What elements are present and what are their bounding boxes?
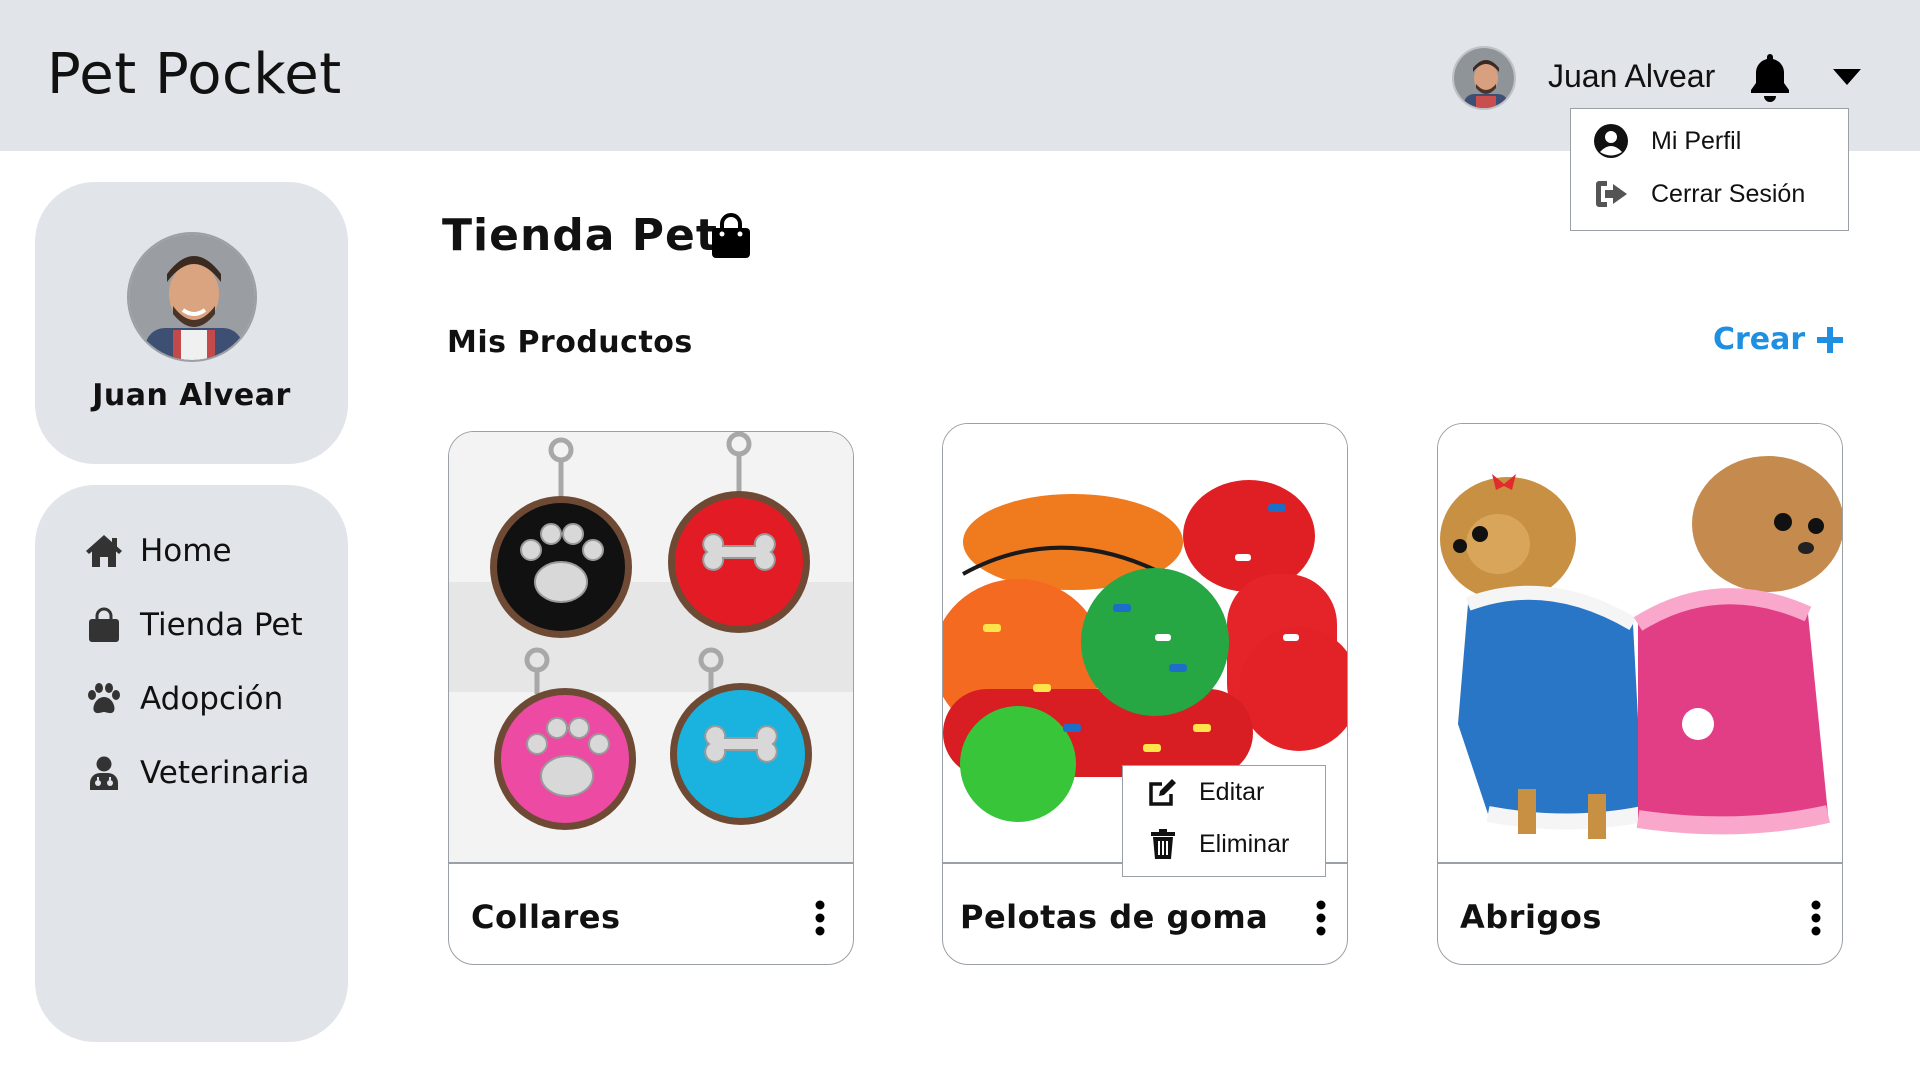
avatar (127, 232, 257, 362)
user-circle-icon (1594, 124, 1628, 158)
product-card[interactable]: Abrigos (1437, 423, 1843, 965)
shopping-bag-icon (89, 607, 119, 642)
paw-icon (88, 683, 120, 714)
delete-button[interactable]: Eliminar (1147, 828, 1289, 860)
more-options-icon[interactable] (1311, 900, 1331, 936)
chevron-down-icon[interactable] (1832, 66, 1862, 88)
page-title: Tienda Pet (442, 210, 718, 261)
delete-label: Eliminar (1199, 829, 1290, 858)
sidebar-item-veterinaria[interactable]: Veterinaria (84, 755, 309, 791)
product-image (449, 432, 853, 864)
sidebar-item-adopcion[interactable]: Adopción (84, 681, 283, 717)
menu-item-cerrar-sesion[interactable]: Cerrar Sesión (1593, 174, 1805, 214)
more-options-icon[interactable] (1806, 900, 1826, 936)
sidebar-nav: Home Tienda Pet Adopción Veterinaria (35, 485, 348, 1042)
sign-out-icon (1596, 181, 1627, 207)
create-label: Crear (1713, 322, 1806, 357)
header-user-name[interactable]: Juan Alvear (1548, 58, 1715, 95)
sidebar-item-label: Veterinaria (140, 755, 310, 791)
sidebar-item-label: Adopción (140, 681, 284, 717)
sidebar-item-home[interactable]: Home (84, 533, 232, 569)
sidebar-item-label: Home (140, 533, 232, 569)
edit-icon (1149, 779, 1176, 806)
menu-item-label: Cerrar Sesión (1651, 179, 1806, 208)
more-options-icon[interactable] (810, 900, 830, 936)
product-card[interactable]: Collares (448, 431, 854, 965)
edit-label: Editar (1199, 777, 1265, 806)
profile-card: Juan Alvear (35, 182, 348, 464)
product-name: Pelotas de goma (960, 898, 1269, 936)
sidebar-item-tienda-pet[interactable]: Tienda Pet (84, 607, 303, 643)
header-avatar[interactable] (1452, 46, 1516, 110)
home-icon (86, 535, 122, 567)
product-name: Collares (471, 898, 621, 936)
product-image (1438, 424, 1842, 864)
trash-icon (1151, 829, 1175, 859)
bell-icon[interactable] (1748, 52, 1792, 102)
sidebar-user-name: Juan Alvear (92, 378, 291, 413)
user-dropdown-menu: Mi Perfil Cerrar Sesión (1570, 108, 1849, 231)
product-context-menu: Editar Eliminar (1122, 765, 1326, 877)
sidebar-item-label: Tienda Pet (140, 607, 303, 643)
menu-item-label: Mi Perfil (1651, 126, 1742, 155)
edit-button[interactable]: Editar (1147, 776, 1264, 808)
app-title: Pet Pocket (47, 42, 342, 107)
doctor-icon (90, 756, 118, 790)
section-title: Mis Productos (447, 325, 693, 360)
menu-item-mi-perfil[interactable]: Mi Perfil (1593, 121, 1741, 161)
create-button[interactable]: Crear (1713, 322, 1845, 357)
plus-icon (1817, 326, 1844, 353)
product-card[interactable]: Pelotas de goma (942, 423, 1348, 965)
product-name: Abrigos (1460, 898, 1602, 936)
shopping-bag-icon (710, 213, 752, 259)
